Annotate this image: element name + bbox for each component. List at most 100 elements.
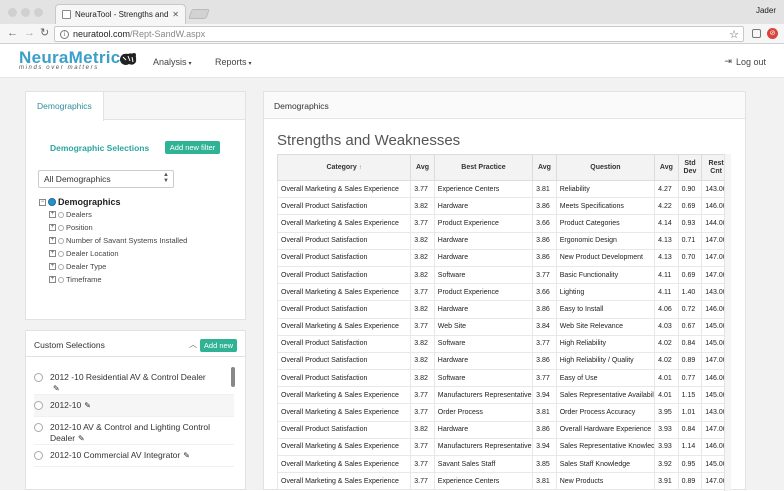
url-text[interactable]: neuratool.com/Rept-SandW.aspx (73, 29, 725, 39)
zoom-window-button[interactable] (34, 8, 43, 17)
cell-best-practice: Software (433, 266, 533, 285)
tab-demographics[interactable]: Demographics (26, 92, 104, 121)
edit-pencil-icon[interactable]: ✎ (84, 401, 91, 410)
radio-icon[interactable] (58, 211, 64, 218)
radio-icon[interactable] (34, 401, 43, 410)
cell-std-dev: 0.90 (677, 180, 702, 199)
column-header-question[interactable]: Question (555, 154, 656, 181)
table-row[interactable]: Overall Product Satisfaction 3.82 Software… (276, 335, 731, 353)
radio-icon[interactable] (34, 423, 43, 432)
edit-pencil-icon[interactable]: ✎ (53, 384, 60, 393)
list-scrollbar[interactable] (231, 367, 235, 387)
table-row[interactable]: Overall Marketing & Sales Experience 3.77… (276, 386, 731, 405)
list-item[interactable]: 2012-10 Commercial AV Integrator ✎ (34, 445, 234, 467)
radio-icon[interactable] (58, 263, 64, 270)
custom-selections-header: Custom Selections ︿ Add new (26, 331, 245, 357)
cell-avg: 4.06 (654, 300, 679, 319)
column-header-avg[interactable]: Avg (532, 154, 557, 181)
nav-reports[interactable]: Reports ▾ (215, 57, 252, 67)
expand-icon[interactable]: + (49, 276, 56, 283)
column-header-avg[interactable]: Avg (654, 154, 679, 181)
minimize-window-button[interactable] (21, 8, 30, 17)
table-scrollbar[interactable] (724, 154, 731, 491)
url-path: /Rept-SandW.aspx (130, 29, 206, 39)
column-header-std-dev[interactable]: Std Dev (677, 154, 703, 181)
tree-node-systems-installed[interactable]: + Number of Savant Systems Installed (49, 234, 187, 247)
extension-icon[interactable] (752, 29, 761, 38)
browser-tab[interactable]: NeuraTool - Strengths and We ✕ (55, 4, 186, 24)
table-row[interactable]: Overall Product Satisfaction 3.82 Hardware… (276, 421, 731, 439)
cell-question: Basic Functionality (555, 266, 655, 285)
cell-avg: 3.94 (532, 386, 557, 405)
close-window-button[interactable] (8, 8, 17, 17)
tree-node-dealer-location[interactable]: + Dealer Location (49, 247, 187, 260)
profile-name[interactable]: Jader (756, 6, 776, 15)
column-header-avg[interactable]: Avg (410, 154, 435, 181)
expand-icon[interactable]: + (49, 224, 56, 231)
radio-icon[interactable] (34, 373, 43, 382)
bookmark-star-icon[interactable]: ☆ (729, 28, 743, 41)
results-panel: Demographics Strengths and Weaknesses Ca… (263, 91, 746, 491)
add-new-button[interactable]: Add new (200, 339, 237, 352)
cell-avg: 3.82 (410, 335, 435, 353)
radio-icon[interactable] (58, 237, 64, 244)
list-item[interactable]: 2012 -10 Residential AV & Control Dealer… (34, 367, 234, 395)
demographics-select[interactable]: All Demographics ▲ ▼ (38, 170, 174, 188)
logo[interactable]: NeuraMetrics minds over matters (19, 49, 130, 71)
table-row[interactable]: Overall Product Satisfaction 3.82 Hardware… (276, 300, 731, 319)
edit-pencil-icon[interactable]: ✎ (183, 451, 190, 460)
back-arrow-icon[interactable]: ← (7, 27, 18, 39)
table-row[interactable]: Overall Marketing & Sales Experience 3.77… (276, 403, 731, 422)
new-tab-button[interactable] (188, 9, 210, 19)
expand-icon[interactable]: + (49, 211, 56, 218)
table-row[interactable]: Overall Marketing & Sales Experience 3.77… (276, 214, 731, 233)
cell-category: Overall Product Satisfaction (276, 421, 411, 439)
blocker-extension-icon[interactable]: ⊘ (767, 28, 778, 39)
expand-icon[interactable]: + (49, 250, 56, 257)
cell-category: Overall Marketing & Sales Experience (276, 438, 411, 457)
table-row[interactable]: Overall Product Satisfaction 3.82 Hardware… (276, 249, 731, 267)
table-row[interactable]: Overall Marketing & Sales Experience 3.77… (276, 283, 731, 302)
logout-button[interactable]: ⇥ Log out (724, 56, 766, 67)
info-icon[interactable]: i (60, 29, 69, 39)
logout-icon: ⇥ (724, 56, 732, 66)
tree-node-position[interactable]: + Position (49, 221, 187, 234)
tree-node-dealer-type[interactable]: + Dealer Type (49, 260, 187, 273)
table-row[interactable]: Overall Product Satisfaction 3.82 Software… (276, 266, 731, 285)
forward-arrow-icon[interactable]: → (24, 27, 35, 39)
tree-root[interactable]: − Demographics (39, 196, 187, 208)
table-row[interactable]: Overall Marketing & Sales Experience 3.77… (276, 472, 731, 491)
close-icon[interactable]: ✕ (172, 10, 179, 19)
tree-node-dealers[interactable]: + Dealers (49, 208, 187, 221)
radio-selected-icon[interactable] (48, 198, 56, 206)
expand-icon[interactable]: + (49, 237, 56, 244)
column-header-best-practice[interactable]: Best Practice (433, 154, 534, 181)
collapse-icon[interactable]: − (39, 198, 46, 206)
chevron-up-icon[interactable]: ︿ (189, 339, 197, 350)
cell-avg: 3.82 (410, 249, 435, 267)
list-item[interactable]: 2012-10 AV & Control and Lighting Contro… (34, 417, 234, 445)
table-row[interactable]: Overall Product Satisfaction 3.82 Hardware… (276, 197, 731, 216)
address-bar[interactable]: i neuratool.com/Rept-SandW.aspx ☆ (54, 26, 744, 42)
tree-node-timeframe[interactable]: + Timeframe (49, 273, 187, 286)
radio-icon[interactable] (34, 451, 43, 460)
table-row[interactable]: Overall Marketing & Sales Experience 3.77… (276, 318, 731, 336)
table-row[interactable]: Overall Marketing & Sales Experience 3.77… (276, 180, 731, 199)
add-filter-button[interactable]: Add new filter (165, 141, 220, 154)
expand-icon[interactable]: + (49, 263, 56, 270)
table-row[interactable]: Overall Product Satisfaction 3.82 Hardware… (276, 232, 731, 250)
table-row[interactable]: Overall Product Satisfaction 3.82 Hardware… (276, 352, 731, 371)
browser-toolbar: ← → ↻ i neuratool.com/Rept-SandW.aspx ☆ … (0, 24, 784, 44)
column-header-category[interactable]: Category ↑ (276, 154, 412, 181)
list-item[interactable]: 2012-10 ✎ (34, 395, 234, 417)
table-row[interactable]: Overall Product Satisfaction 3.82 Software… (276, 369, 731, 388)
edit-pencil-icon[interactable]: ✎ (78, 434, 85, 443)
table-row[interactable]: Overall Marketing & Sales Experience 3.77… (276, 438, 731, 457)
nav-analysis[interactable]: Analysis ▾ (153, 57, 192, 67)
radio-icon[interactable] (58, 250, 64, 257)
reload-icon[interactable]: ↻ (40, 27, 49, 39)
radio-icon[interactable] (58, 224, 64, 231)
cell-question: Ergonomic Design (555, 232, 655, 250)
table-row[interactable]: Overall Marketing & Sales Experience 3.77… (276, 455, 731, 474)
radio-icon[interactable] (58, 276, 64, 283)
